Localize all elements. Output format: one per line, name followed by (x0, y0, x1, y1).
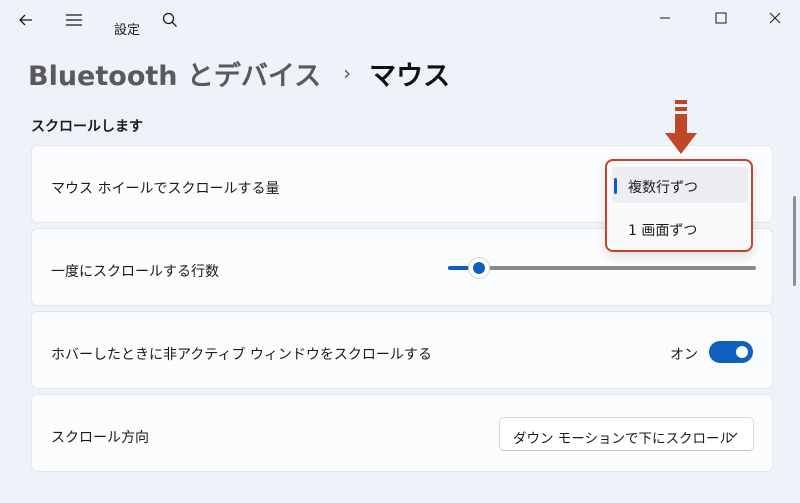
scroll-amount-dropdown: 複数行ずつ 1 画面ずつ (605, 159, 753, 252)
hamburger-menu-icon[interactable] (62, 8, 86, 32)
inactive-scroll-toggle[interactable] (709, 341, 753, 363)
scroll-direction-label: スクロール方向 (51, 430, 149, 446)
scroll-direction-select[interactable]: ダウン モーションで下にスクロール (499, 417, 754, 451)
minimize-icon[interactable] (642, 4, 688, 32)
dropdown-option-label: 複数行ずつ (628, 180, 698, 196)
down-arrow-annotation-icon (665, 100, 697, 154)
lines-per-scroll-slider[interactable] (448, 258, 756, 278)
breadcrumb: Bluetooth とデバイス › マウス (28, 52, 450, 94)
search-icon[interactable] (158, 8, 182, 32)
slider-thumb-dot (473, 262, 485, 274)
breadcrumb-parent-link[interactable]: Bluetooth とデバイス (28, 54, 321, 93)
scroll-direction-value: ダウン モーションで下にスクロール (513, 431, 734, 447)
toggle-state-label: オン (670, 347, 698, 363)
vertical-scrollbar[interactable] (793, 196, 796, 286)
inactive-scroll-card: ホバーしたときに非アクティブ ウィンドウをスクロールする オン (31, 311, 773, 389)
inactive-scroll-label: ホバーしたときに非アクティブ ウィンドウをスクロールする (51, 347, 432, 363)
window-title: 設定 (114, 23, 141, 38)
breadcrumb-separator: › (343, 61, 352, 85)
maximize-icon[interactable] (698, 4, 744, 32)
title-bar: 設定 (0, 0, 800, 40)
page-title: マウス (369, 60, 451, 92)
dropdown-option-one-screen[interactable]: 1 画面ずつ (612, 210, 748, 246)
dropdown-option-label: 1 画面ずつ (628, 223, 698, 239)
selected-indicator (614, 178, 617, 194)
chevron-down-icon (728, 432, 738, 438)
slider-thumb[interactable] (469, 258, 489, 278)
section-title: スクロールします (31, 119, 143, 135)
close-icon[interactable] (752, 4, 798, 32)
dropdown-option-multiple-lines[interactable]: 複数行ずつ (612, 167, 748, 203)
scroll-direction-card: スクロール方向 ダウン モーションで下にスクロール (31, 394, 773, 472)
back-arrow-icon[interactable] (14, 8, 38, 32)
lines-per-scroll-label: 一度にスクロールする行数 (51, 264, 219, 280)
toggle-knob (736, 346, 748, 358)
scroll-amount-label: マウス ホイールでスクロールする量 (51, 181, 280, 197)
